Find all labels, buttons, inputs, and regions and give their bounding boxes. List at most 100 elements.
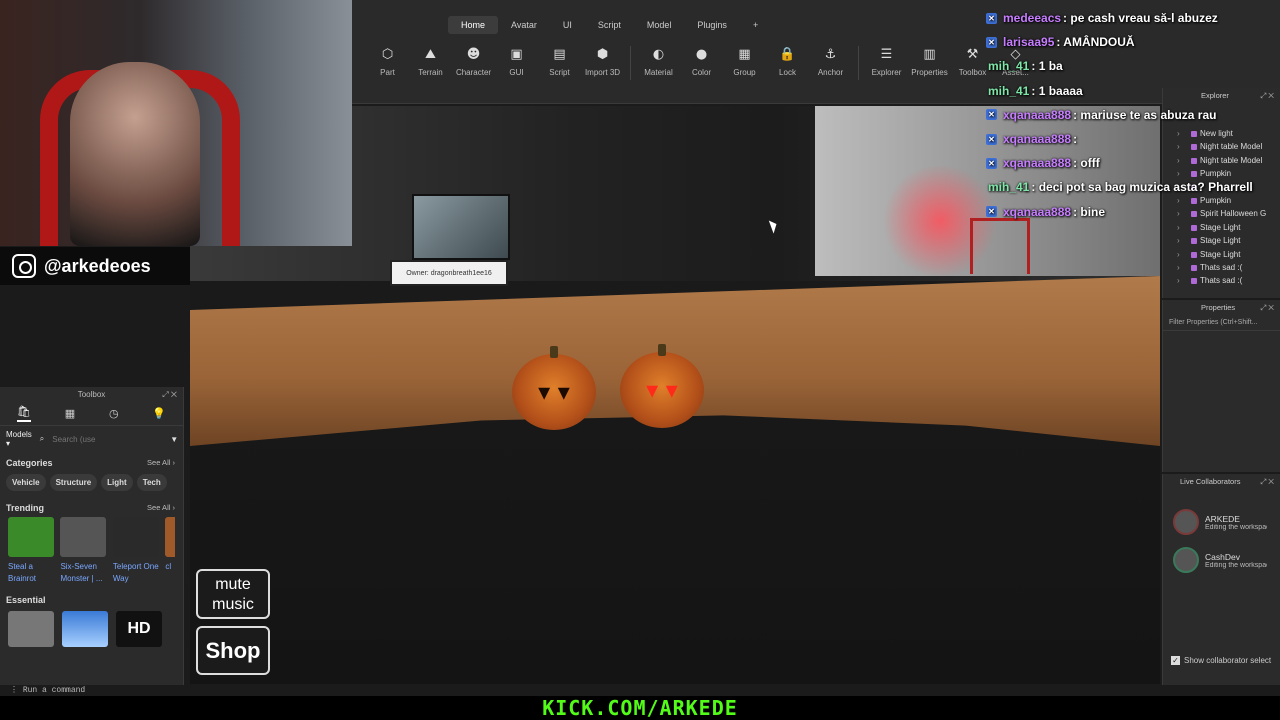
- poster-image: [412, 194, 510, 260]
- trending-see-all[interactable]: See All ›: [147, 503, 175, 513]
- tab-script[interactable]: Script: [585, 16, 634, 34]
- item-name: Six-Seven Monster | ...: [60, 562, 103, 583]
- categories-header: Categories See All ›: [0, 458, 183, 468]
- chat-text: : AMÂNDOUĂ: [1056, 35, 1135, 50]
- tool-label: Import 3D: [584, 68, 621, 77]
- gui-icon: ▣: [510, 47, 523, 62]
- panel-controls[interactable]: ⤢ ✕: [1260, 474, 1274, 489]
- part-icon: ⬡: [381, 47, 394, 62]
- category-dropdown[interactable]: Models ▾: [6, 430, 32, 448]
- explorer-item[interactable]: Thats sad :(: [1163, 274, 1280, 288]
- properties-icon: ▥: [923, 47, 936, 62]
- collaborator-row[interactable]: ARKEDE Editing the workspace: [1163, 503, 1280, 541]
- group-icon: ▦: [738, 47, 751, 62]
- command-bar[interactable]: ⋮ Run a command: [0, 685, 1280, 696]
- pumpkin-model[interactable]: ▾ ▾: [620, 344, 704, 428]
- add-tab-button[interactable]: +: [740, 16, 771, 34]
- show-selection-label: Show collaborator select: [1184, 656, 1272, 665]
- panel-controls[interactable]: ⤢ ✕: [1260, 300, 1274, 315]
- tab-plugins[interactable]: Plugins: [684, 16, 740, 34]
- terrain-icon: ⛰: [425, 47, 436, 62]
- avatar: [1173, 509, 1199, 535]
- instagram-icon: [12, 254, 36, 278]
- checkbox-icon[interactable]: ✓: [1171, 656, 1180, 665]
- toolbar-separator: [858, 46, 859, 80]
- chip-structure[interactable]: Structure: [49, 474, 98, 491]
- character-button[interactable]: ☻ Character: [452, 46, 495, 80]
- marketplace-tab-icon[interactable]: 🛍: [16, 405, 31, 422]
- anchor-button[interactable]: ⚓ Anchor: [809, 46, 852, 80]
- tab-home[interactable]: Home: [448, 16, 499, 34]
- trending-item[interactable]: Six-Seven Monster | ...: [60, 517, 107, 585]
- tool-label: Lock: [779, 68, 796, 77]
- explorer-button[interactable]: ☰ Explorer: [865, 46, 908, 80]
- properties-button[interactable]: ▥ Properties: [908, 46, 951, 80]
- essential-item[interactable]: [62, 611, 108, 647]
- chat-badge-icon: ✕: [986, 36, 997, 48]
- explorer-item-label: Thats sad :(: [1200, 276, 1243, 286]
- categories-see-all[interactable]: See All ›: [147, 458, 175, 468]
- filter-properties-input[interactable]: Filter Properties (Ctrl+Shift...: [1163, 315, 1280, 331]
- trending-item[interactable]: cl: [165, 517, 175, 585]
- properties-panel: Properties ⤢ ✕ Filter Properties (Ctrl+S…: [1162, 300, 1280, 472]
- material-button[interactable]: ◐ Material: [637, 46, 680, 80]
- mute-music-button[interactable]: mute music: [196, 569, 270, 619]
- script-button[interactable]: ▤ Script: [538, 46, 581, 80]
- chat-badge-icon: ✕: [986, 12, 997, 24]
- recent-tab-icon[interactable]: ◷: [109, 407, 119, 420]
- explorer-item[interactable]: Stage Light: [1163, 234, 1280, 248]
- trending-item[interactable]: Steal a Brainrot: [8, 517, 54, 585]
- essential-title: Essential: [6, 595, 46, 605]
- essential-item-hd[interactable]: HD: [116, 611, 162, 647]
- chat-username: xqanaaa888: [1003, 132, 1072, 147]
- chat-text: : bine: [1073, 204, 1106, 219]
- terrain-button[interactable]: ⛰ Terrain: [409, 46, 452, 80]
- categories-title: Categories: [6, 458, 53, 468]
- collaborator-name: ARKEDE: [1205, 513, 1240, 524]
- shop-button[interactable]: Shop: [196, 626, 270, 675]
- chat-message: ✕ xqanaaa888: bine: [986, 200, 1280, 224]
- import-3d-icon: ⬢: [596, 47, 609, 62]
- chat-username: larisaa95: [1003, 35, 1055, 50]
- character-icon: ☻: [466, 47, 481, 62]
- lock-button[interactable]: 🔒 Lock: [766, 46, 809, 80]
- panel-controls[interactable]: ⤢ ✕: [162, 387, 177, 402]
- chip-light[interactable]: Light: [101, 474, 133, 491]
- essential-item[interactable]: [8, 611, 54, 647]
- live-collaborators-panel: Live Collaborators ⤢ ✕ ARKEDE Editing th…: [1162, 474, 1280, 685]
- essential-items: HD: [0, 605, 183, 653]
- explorer-item[interactable]: Thats sad :(: [1163, 261, 1280, 275]
- kick-banner: KICK.COM/ARKEDE: [0, 696, 1280, 720]
- import-3d-button[interactable]: ⬢ Import 3D: [581, 46, 624, 80]
- color-button[interactable]: ● Color: [680, 46, 723, 80]
- chat-text: : mariuse te as abuza rau: [1073, 107, 1217, 122]
- creations-tab-icon[interactable]: 💡: [152, 407, 166, 420]
- gui-button[interactable]: ▣ GUI: [495, 46, 538, 80]
- tab-model[interactable]: Model: [634, 16, 685, 34]
- part-button[interactable]: ⬡ Part: [366, 46, 409, 80]
- avatar: [1173, 547, 1199, 573]
- show-selection-toggle[interactable]: ✓ Show collaborator select: [1171, 656, 1271, 665]
- chip-tech[interactable]: Tech: [136, 474, 167, 491]
- pumpkin-model[interactable]: ▾ ▾: [512, 346, 596, 430]
- explorer-item[interactable]: Stage Light: [1163, 248, 1280, 262]
- tab-avatar[interactable]: Avatar: [498, 16, 550, 34]
- chat-message: mih_41: 1 baaaa: [986, 79, 1280, 103]
- chip-vehicle[interactable]: Vehicle: [6, 474, 46, 491]
- properties-header: Properties ⤢ ✕: [1163, 300, 1280, 315]
- chat-username: mih_41: [988, 59, 1030, 74]
- collaborator-row[interactable]: CashDev Editing the workspace: [1163, 541, 1280, 579]
- trending-item[interactable]: Teleport One Way: [112, 517, 159, 585]
- inventory-tab-icon[interactable]: ▦: [65, 407, 75, 420]
- color-icon: ●: [695, 47, 708, 62]
- chat-text: : 1 baaaa: [1031, 83, 1083, 98]
- chat-text: : offf: [1073, 156, 1100, 171]
- toolbox-search-input[interactable]: [52, 434, 163, 444]
- instagram-handle: @arkedeoes: [44, 255, 151, 276]
- tool-label: Part: [380, 68, 395, 77]
- group-button[interactable]: ▦ Group: [723, 46, 766, 80]
- filter-icon[interactable]: ▼: [170, 435, 178, 444]
- tab-ui[interactable]: UI: [550, 16, 585, 34]
- streamer: [70, 62, 200, 246]
- explorer-item-label: Stage Light: [1200, 222, 1241, 232]
